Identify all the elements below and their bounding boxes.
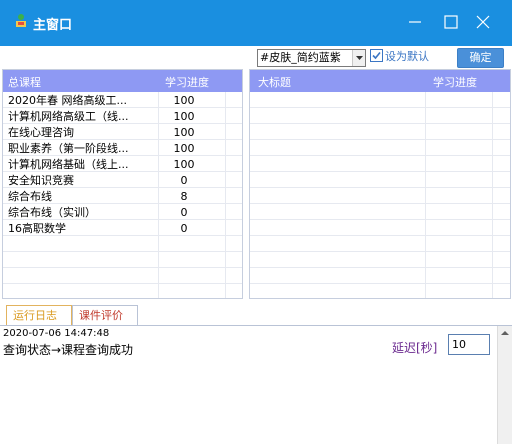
- detail-table: 大标题 学习进度: [249, 69, 511, 299]
- course-name: 16高职数学: [8, 222, 66, 235]
- course-name: 综合布线（实训）: [8, 206, 96, 219]
- window-title: 主窗口: [33, 18, 73, 33]
- course-name: 职业素养（第一阶段线...: [8, 142, 129, 155]
- maximize-button[interactable]: [438, 10, 464, 34]
- maximize-icon: [444, 15, 458, 29]
- table-row[interactable]: 职业素养（第一阶段线... 100: [3, 141, 242, 157]
- minimize-button[interactable]: [402, 10, 428, 34]
- course-progress: 0: [180, 206, 188, 219]
- table-row[interactable]: 综合布线 8: [3, 189, 242, 205]
- scroll-up-icon[interactable]: [498, 326, 512, 341]
- set-default-label: 设为默认: [385, 50, 429, 63]
- set-default-checkbox[interactable]: 设为默认: [370, 49, 429, 67]
- tab-courseware-evaluation[interactable]: 课件评价: [72, 305, 138, 326]
- toolbar: #皮肤_简约蓝紫 设为默认 确定: [0, 46, 512, 68]
- chevron-down-icon: [352, 50, 365, 66]
- bottom-tabs: 运行日志 课件评价: [0, 303, 512, 326]
- table-row[interactable]: 计算机网络基础（线上... 100: [3, 157, 242, 173]
- close-icon: [476, 15, 490, 29]
- detail-table-body: [250, 92, 510, 298]
- check-icon: [372, 51, 381, 60]
- minimize-icon: [409, 21, 421, 23]
- log-message: 查询状态→课程查询成功: [3, 343, 134, 357]
- table-row[interactable]: 2020年春 网络高级工... 100: [3, 93, 242, 109]
- checkbox-box[interactable]: [370, 49, 383, 62]
- course-progress: 100: [173, 94, 195, 107]
- course-name: 2020年春 网络高级工...: [8, 94, 127, 107]
- column-divider: [225, 92, 226, 298]
- course-table-body: 2020年春 网络高级工... 100 计算机网络高级工（线... 100 在线…: [3, 92, 242, 298]
- log-scrollbar[interactable]: [497, 326, 512, 444]
- table-row[interactable]: 计算机网络高级工（线... 100: [3, 109, 242, 125]
- tab-run-log[interactable]: 运行日志: [6, 305, 72, 326]
- course-progress: 100: [173, 110, 195, 123]
- course-progress: 100: [173, 158, 195, 171]
- column-divider: [425, 92, 426, 298]
- course-progress: 0: [180, 174, 188, 187]
- table-row[interactable]: 安全知识竞赛 0: [3, 173, 242, 189]
- course-name: 计算机网络高级工（线...: [8, 110, 129, 123]
- course-progress: 100: [173, 142, 195, 155]
- column-header-title[interactable]: 大标题: [258, 74, 291, 90]
- close-button[interactable]: [470, 10, 496, 34]
- course-progress: 0: [180, 222, 188, 235]
- log-timestamp: 2020-07-06 14:47:48: [3, 328, 110, 339]
- column-header-course[interactable]: 总课程: [8, 74, 41, 90]
- skin-select-value: #皮肤_简约蓝紫: [260, 51, 341, 64]
- detail-table-header: 大标题 学习进度: [250, 70, 510, 92]
- course-name: 综合布线: [8, 190, 52, 203]
- course-name: 在线心理咨询: [8, 126, 74, 139]
- delay-input[interactable]: 10: [448, 334, 490, 355]
- table-row[interactable]: 综合布线（实训） 0: [3, 205, 242, 221]
- delay-label: 延迟[秒]: [392, 341, 438, 355]
- course-table-header: 总课程 学习进度: [3, 70, 242, 92]
- app-icon: [16, 14, 26, 27]
- course-progress: 100: [173, 126, 195, 139]
- course-name: 计算机网络基础（线上...: [8, 158, 129, 171]
- column-divider: [492, 92, 493, 298]
- column-header-progress[interactable]: 学习进度: [165, 74, 209, 90]
- course-progress: 8: [180, 190, 188, 203]
- table-row[interactable]: 16高职数学 0: [3, 221, 242, 237]
- title-bar: 主窗口: [0, 0, 512, 46]
- skin-select[interactable]: #皮肤_简约蓝紫: [257, 49, 366, 67]
- column-header-progress[interactable]: 学习进度: [433, 74, 477, 90]
- course-table: 总课程 学习进度 2020年春 网络高级工... 100 计算机网络高级工（线.…: [2, 69, 243, 299]
- table-row[interactable]: 在线心理咨询 100: [3, 125, 242, 141]
- course-name: 安全知识竞赛: [8, 174, 74, 187]
- log-panel[interactable]: 2020-07-06 14:47:48 查询状态→课程查询成功 延迟[秒] 10: [0, 326, 512, 444]
- confirm-button[interactable]: 确定: [457, 48, 504, 68]
- column-divider: [158, 92, 159, 298]
